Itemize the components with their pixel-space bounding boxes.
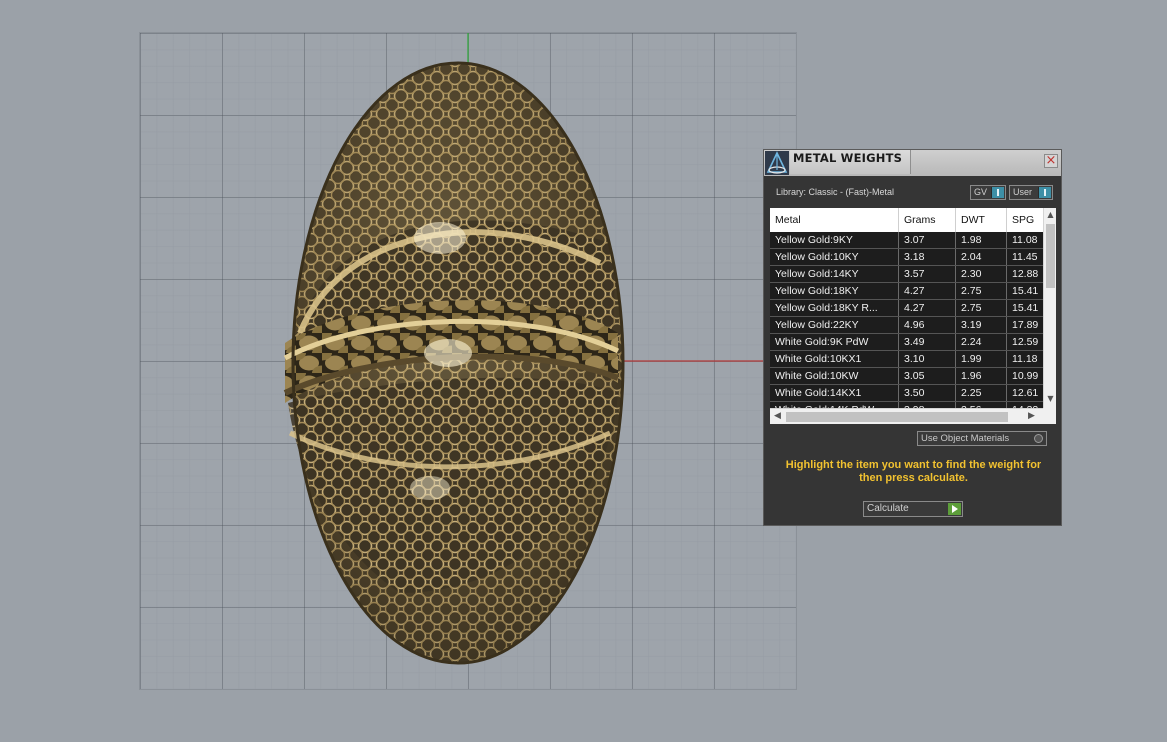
calculate-label: Calculate [867,503,909,514]
column-header-spg[interactable]: SPG [1007,208,1043,232]
vertical-scrollbar[interactable]: ▲ ▼ [1043,208,1056,408]
metal-weights-panel: METAL WEIGHTS × Library: Classic - (Fast… [763,149,1062,526]
column-header-grams[interactable]: Grams [899,208,956,232]
dwt-cell: 2.24 [956,334,1007,350]
grams-cell: 3.49 [899,334,956,350]
metal-table[interactable]: Metal Grams DWT SPG Yellow Gold:9KY 3.07 1… [770,208,1056,424]
grams-cell: 3.10 [899,351,956,367]
highlight [414,222,466,254]
grams-cell: 3.18 [899,249,956,265]
grams-cell: 4.96 [899,317,956,333]
viewport[interactable] [139,32,797,690]
highlight [424,339,472,367]
metal-cell: Yellow Gold:9KY [770,232,899,248]
metal-cell: Yellow Gold:14KY [770,266,899,282]
spg-cell: 11.45 [1012,251,1038,263]
hint-text: Highlight the item you want to find the … [785,459,1042,484]
table-row[interactable]: White Gold:9K PdW 3.49 2.24 12.59 [770,334,1043,351]
toggle-indicator-icon [991,187,1004,198]
metal-cell: Yellow Gold:22KY [770,317,899,333]
spg-cell: 12.59 [1012,336,1039,348]
table-header: Metal Grams DWT SPG [770,208,1043,233]
app-logo-icon [765,151,789,175]
table-row[interactable]: White Gold:10KW 3.05 1.96 10.99 [770,368,1043,385]
dwt-cell: 2.75 [956,283,1007,299]
column-header-dwt[interactable]: DWT [956,208,1007,232]
metal-cell: Yellow Gold:18KY R... [770,300,899,316]
dwt-cell: 2.30 [956,266,1007,282]
panel-title: METAL WEIGHTS [793,151,903,165]
table-row[interactable]: Yellow Gold:18KY R... 4.27 2.75 15.41 [770,300,1043,317]
play-icon [948,503,961,515]
spg-cell: 12.61 [1012,387,1039,399]
dwt-cell: 2.04 [956,249,1007,265]
scroll-left-icon[interactable]: ◀ [774,411,781,421]
dwt-cell: 2.75 [956,300,1007,316]
spg-cell: 12.88 [1012,268,1039,280]
scrollbar-thumb[interactable] [1046,224,1055,288]
table-row[interactable]: Yellow Gold:9KY 3.07 1.98 11.08 [770,232,1043,249]
user-toggle[interactable]: User [1009,185,1053,200]
metal-cell: White Gold:9K PdW [770,334,899,350]
spg-cell: 15.41 [1012,285,1039,297]
spg-cell: 10.99 [1012,370,1039,382]
table-row[interactable]: Yellow Gold:22KY 4.96 3.19 17.89 [770,317,1043,334]
dwt-cell: 2.25 [956,385,1007,401]
grams-cell: 3.50 [899,385,956,401]
metal-cell: White Gold:14KX1 [770,385,899,401]
scrollbar-thumb[interactable] [786,412,1008,422]
user-toggle-label: User [1013,187,1033,197]
use-object-materials-label: Use Object Materials [921,433,1010,444]
library-label: Library: Classic - (Fast)-Metal [776,187,895,197]
dwt-cell: 1.96 [956,368,1007,384]
grams-cell: 4.27 [899,283,956,299]
close-icon[interactable]: × [1044,154,1058,168]
logo-icon [766,151,788,174]
grams-cell: 3.07 [899,232,956,248]
metal-cell: White Gold:10KX1 [770,351,899,367]
spg-cell: 11.18 [1012,353,1038,365]
scroll-down-icon[interactable]: ▼ [1046,394,1055,404]
gv-toggle-label: GV [974,187,988,197]
metal-cell: Yellow Gold:10KY [770,249,899,265]
table-rows: Yellow Gold:9KY 3.07 1.98 11.08 Yellow Gold… [770,232,1043,419]
spg-cell: 17.89 [1012,319,1039,331]
spg-cell: 11.08 [1012,234,1038,246]
scroll-corner [1043,408,1056,424]
scroll-right-icon[interactable]: ▶ [1028,411,1035,421]
metal-cell: White Gold:10KW [770,368,899,384]
highlight [410,476,450,500]
spg-cell: 15.41 [1012,302,1039,314]
grams-cell: 3.57 [899,266,956,282]
dwt-cell: 1.99 [956,351,1007,367]
scroll-up-icon[interactable]: ▲ [1046,210,1055,220]
toggle-indicator-icon [1038,187,1051,198]
dwt-cell: 3.19 [956,317,1007,333]
table-row[interactable]: White Gold:10KX1 3.10 1.99 11.18 [770,351,1043,368]
panel-header[interactable]: METAL WEIGHTS × [764,150,1061,176]
metal-cell: Yellow Gold:18KY [770,283,899,299]
radio-icon[interactable] [1034,434,1043,443]
horizontal-scrollbar[interactable]: ◀ ▶ [770,408,1043,424]
table-row[interactable]: White Gold:14KX1 3.50 2.25 12.61 [770,385,1043,402]
grams-cell: 4.27 [899,300,956,316]
table-row[interactable]: Yellow Gold:18KY 4.27 2.75 15.41 [770,283,1043,300]
dwt-cell: 1.98 [956,232,1007,248]
use-object-materials-option[interactable]: Use Object Materials [917,431,1047,446]
table-row[interactable]: Yellow Gold:14KY 3.57 2.30 12.88 [770,266,1043,283]
table-row[interactable]: Yellow Gold:10KY 3.18 2.04 11.45 [770,249,1043,266]
calculate-button[interactable]: Calculate [863,501,963,517]
ring-model[interactable] [140,33,796,689]
column-header-metal[interactable]: Metal [770,208,899,232]
gv-toggle[interactable]: GV [970,185,1006,200]
grams-cell: 3.05 [899,368,956,384]
